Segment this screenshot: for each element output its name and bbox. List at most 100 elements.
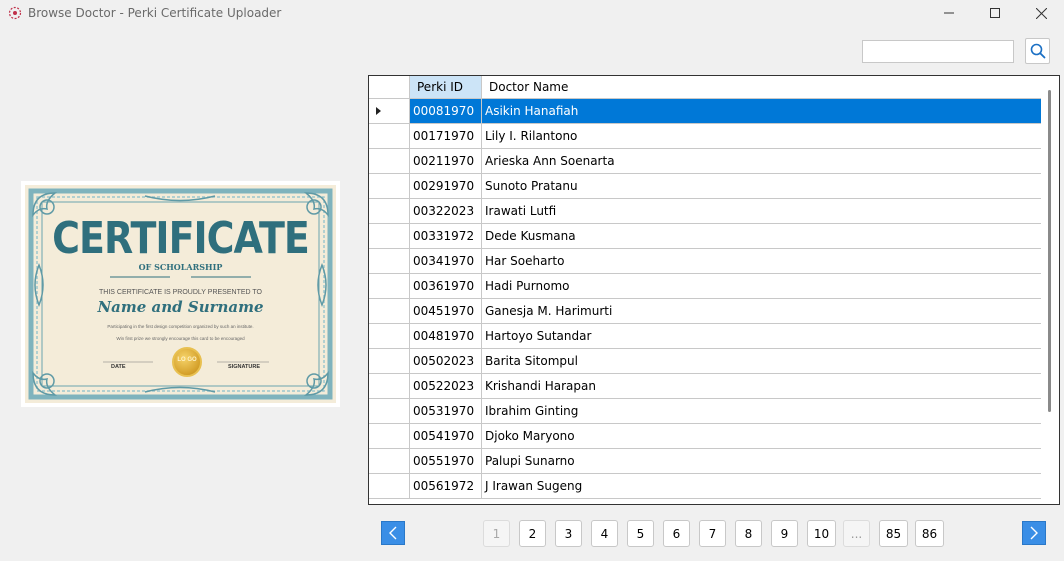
cell-perki-id[interactable]: 00551970 [410,449,482,473]
page-button-6[interactable]: 6 [663,520,690,547]
page-button-85[interactable]: 85 [879,520,908,547]
row-header[interactable] [369,124,410,148]
close-button[interactable] [1018,0,1064,26]
cell-doctor-name[interactable]: Ganesja M. Harimurti [482,299,1041,323]
row-header[interactable] [369,174,410,198]
cell-perki-id[interactable]: 00322023 [410,199,482,223]
search-icon [1030,43,1045,59]
cell-doctor-name[interactable]: Ibrahim Ginting [482,399,1041,423]
cell-doctor-name[interactable]: Lily I. Rilantono [482,124,1041,148]
table-row[interactable]: 00541970 Djoko Maryono [369,424,1041,449]
cell-perki-id[interactable]: 00531970 [410,399,482,423]
row-header[interactable] [369,149,410,173]
certificate-signature-label: SIGNATURE [228,364,260,370]
search-input[interactable] [862,40,1014,63]
page-button-10[interactable]: 10 [807,520,836,547]
cell-doctor-name[interactable]: J Irawan Sugeng [482,474,1041,498]
row-header[interactable] [369,449,410,473]
row-header[interactable] [369,99,410,123]
row-header[interactable] [369,349,410,373]
page-button-9[interactable]: 9 [771,520,798,547]
cell-perki-id[interactable]: 00522023 [410,374,482,398]
page-button-2[interactable]: 2 [519,520,546,547]
scrollbar-thumb[interactable] [1048,90,1051,412]
row-header[interactable] [369,374,410,398]
table-row[interactable]: 00551970 Palupi Sunarno [369,449,1041,474]
table-row[interactable]: 00522023 Krishandi Harapan [369,374,1041,399]
table-row[interactable]: 00451970 Ganesja M. Harimurti [369,299,1041,324]
cell-perki-id[interactable]: 00081970 [410,99,482,123]
page-button-5[interactable]: 5 [627,520,654,547]
cell-perki-id[interactable]: 00502023 [410,349,482,373]
next-page-button[interactable] [1022,521,1046,545]
page-button-3[interactable]: 3 [555,520,582,547]
grid-corner-header[interactable] [369,76,410,98]
cell-perki-id[interactable]: 00291970 [410,174,482,198]
maximize-icon [990,8,1000,18]
certificate-logo-text: LO GO [177,357,197,363]
column-header-doctor-name[interactable]: Doctor Name [482,76,1041,98]
table-row[interactable]: 00481970 Hartoyo Sutandar [369,324,1041,349]
table-row[interactable]: 00361970 Hadi Purnomo [369,274,1041,299]
current-row-indicator-icon [376,107,381,115]
cell-doctor-name[interactable]: Irawati Lutfi [482,199,1041,223]
maximize-button[interactable] [972,0,1018,26]
cell-perki-id[interactable]: 00211970 [410,149,482,173]
title-bar: Browse Doctor - Perki Certificate Upload… [0,0,1064,26]
row-header[interactable] [369,474,410,498]
table-row[interactable]: 00531970 Ibrahim Ginting [369,399,1041,424]
row-header[interactable] [369,199,410,223]
cell-perki-id[interactable]: 00361970 [410,274,482,298]
cell-perki-id[interactable]: 00481970 [410,324,482,348]
table-row[interactable]: 00081970 Asikin Hanafiah [369,99,1041,124]
cell-perki-id[interactable]: 00341970 [410,249,482,273]
cell-doctor-name[interactable]: Arieska Ann Soenarta [482,149,1041,173]
cell-perki-id[interactable]: 00451970 [410,299,482,323]
vertical-scrollbar[interactable] [1041,76,1059,504]
row-header[interactable] [369,399,410,423]
row-header[interactable] [369,299,410,323]
cell-perki-id[interactable]: 00331972 [410,224,482,248]
cell-doctor-name[interactable]: Barita Sitompul [482,349,1041,373]
minimize-button[interactable] [926,0,972,26]
doctor-grid[interactable]: Perki ID Doctor Name 00081970 Asikin Hana… [368,75,1060,505]
page-button-86[interactable]: 86 [915,520,944,547]
cell-perki-id[interactable]: 00561972 [410,474,482,498]
cell-perki-id[interactable]: 00541970 [410,424,482,448]
cell-doctor-name[interactable]: Dede Kusmana [482,224,1041,248]
page-button-1: 1 [483,520,510,547]
previous-page-button[interactable] [381,521,405,545]
table-row[interactable]: 00341970 Har Soeharto [369,249,1041,274]
column-header-perki-id[interactable]: Perki ID [410,76,482,98]
row-header[interactable] [369,274,410,298]
row-header[interactable] [369,249,410,273]
row-header[interactable] [369,424,410,448]
search-button[interactable] [1025,38,1050,64]
cell-doctor-name[interactable]: Palupi Sunarno [482,449,1041,473]
chevron-right-icon [1030,526,1038,540]
cell-doctor-name[interactable]: Hartoyo Sutandar [482,324,1041,348]
certificate-image: CERTIFICATE OF SCHOLARSHIP THIS CERTIFIC… [25,185,336,403]
cell-doctor-name[interactable]: Djoko Maryono [482,424,1041,448]
table-row[interactable]: 00171970 Lily I. Rilantono [369,124,1041,149]
table-row[interactable]: 00561972 J Irawan Sugeng [369,474,1041,499]
table-row[interactable]: 00331972 Dede Kusmana [369,224,1041,249]
certificate-title: CERTIFICATE [52,212,310,264]
page-button-7[interactable]: 7 [699,520,726,547]
page-button-8[interactable]: 8 [735,520,762,547]
close-icon [1035,7,1047,19]
cell-doctor-name[interactable]: Hadi Purnomo [482,274,1041,298]
row-header[interactable] [369,324,410,348]
cell-doctor-name[interactable]: Asikin Hanafiah [482,99,1041,123]
cell-perki-id[interactable]: 00171970 [410,124,482,148]
table-row[interactable]: 00211970 Arieska Ann Soenarta [369,149,1041,174]
page-button-4[interactable]: 4 [591,520,618,547]
certificate-preview: CERTIFICATE OF SCHOLARSHIP THIS CERTIFIC… [21,181,340,407]
table-row[interactable]: 00322023 Irawati Lutfi [369,199,1041,224]
cell-doctor-name[interactable]: Krishandi Harapan [482,374,1041,398]
table-row[interactable]: 00502023 Barita Sitompul [369,349,1041,374]
cell-doctor-name[interactable]: Har Soeharto [482,249,1041,273]
table-row[interactable]: 00291970 Sunoto Pratanu [369,174,1041,199]
row-header[interactable] [369,224,410,248]
cell-doctor-name[interactable]: Sunoto Pratanu [482,174,1041,198]
